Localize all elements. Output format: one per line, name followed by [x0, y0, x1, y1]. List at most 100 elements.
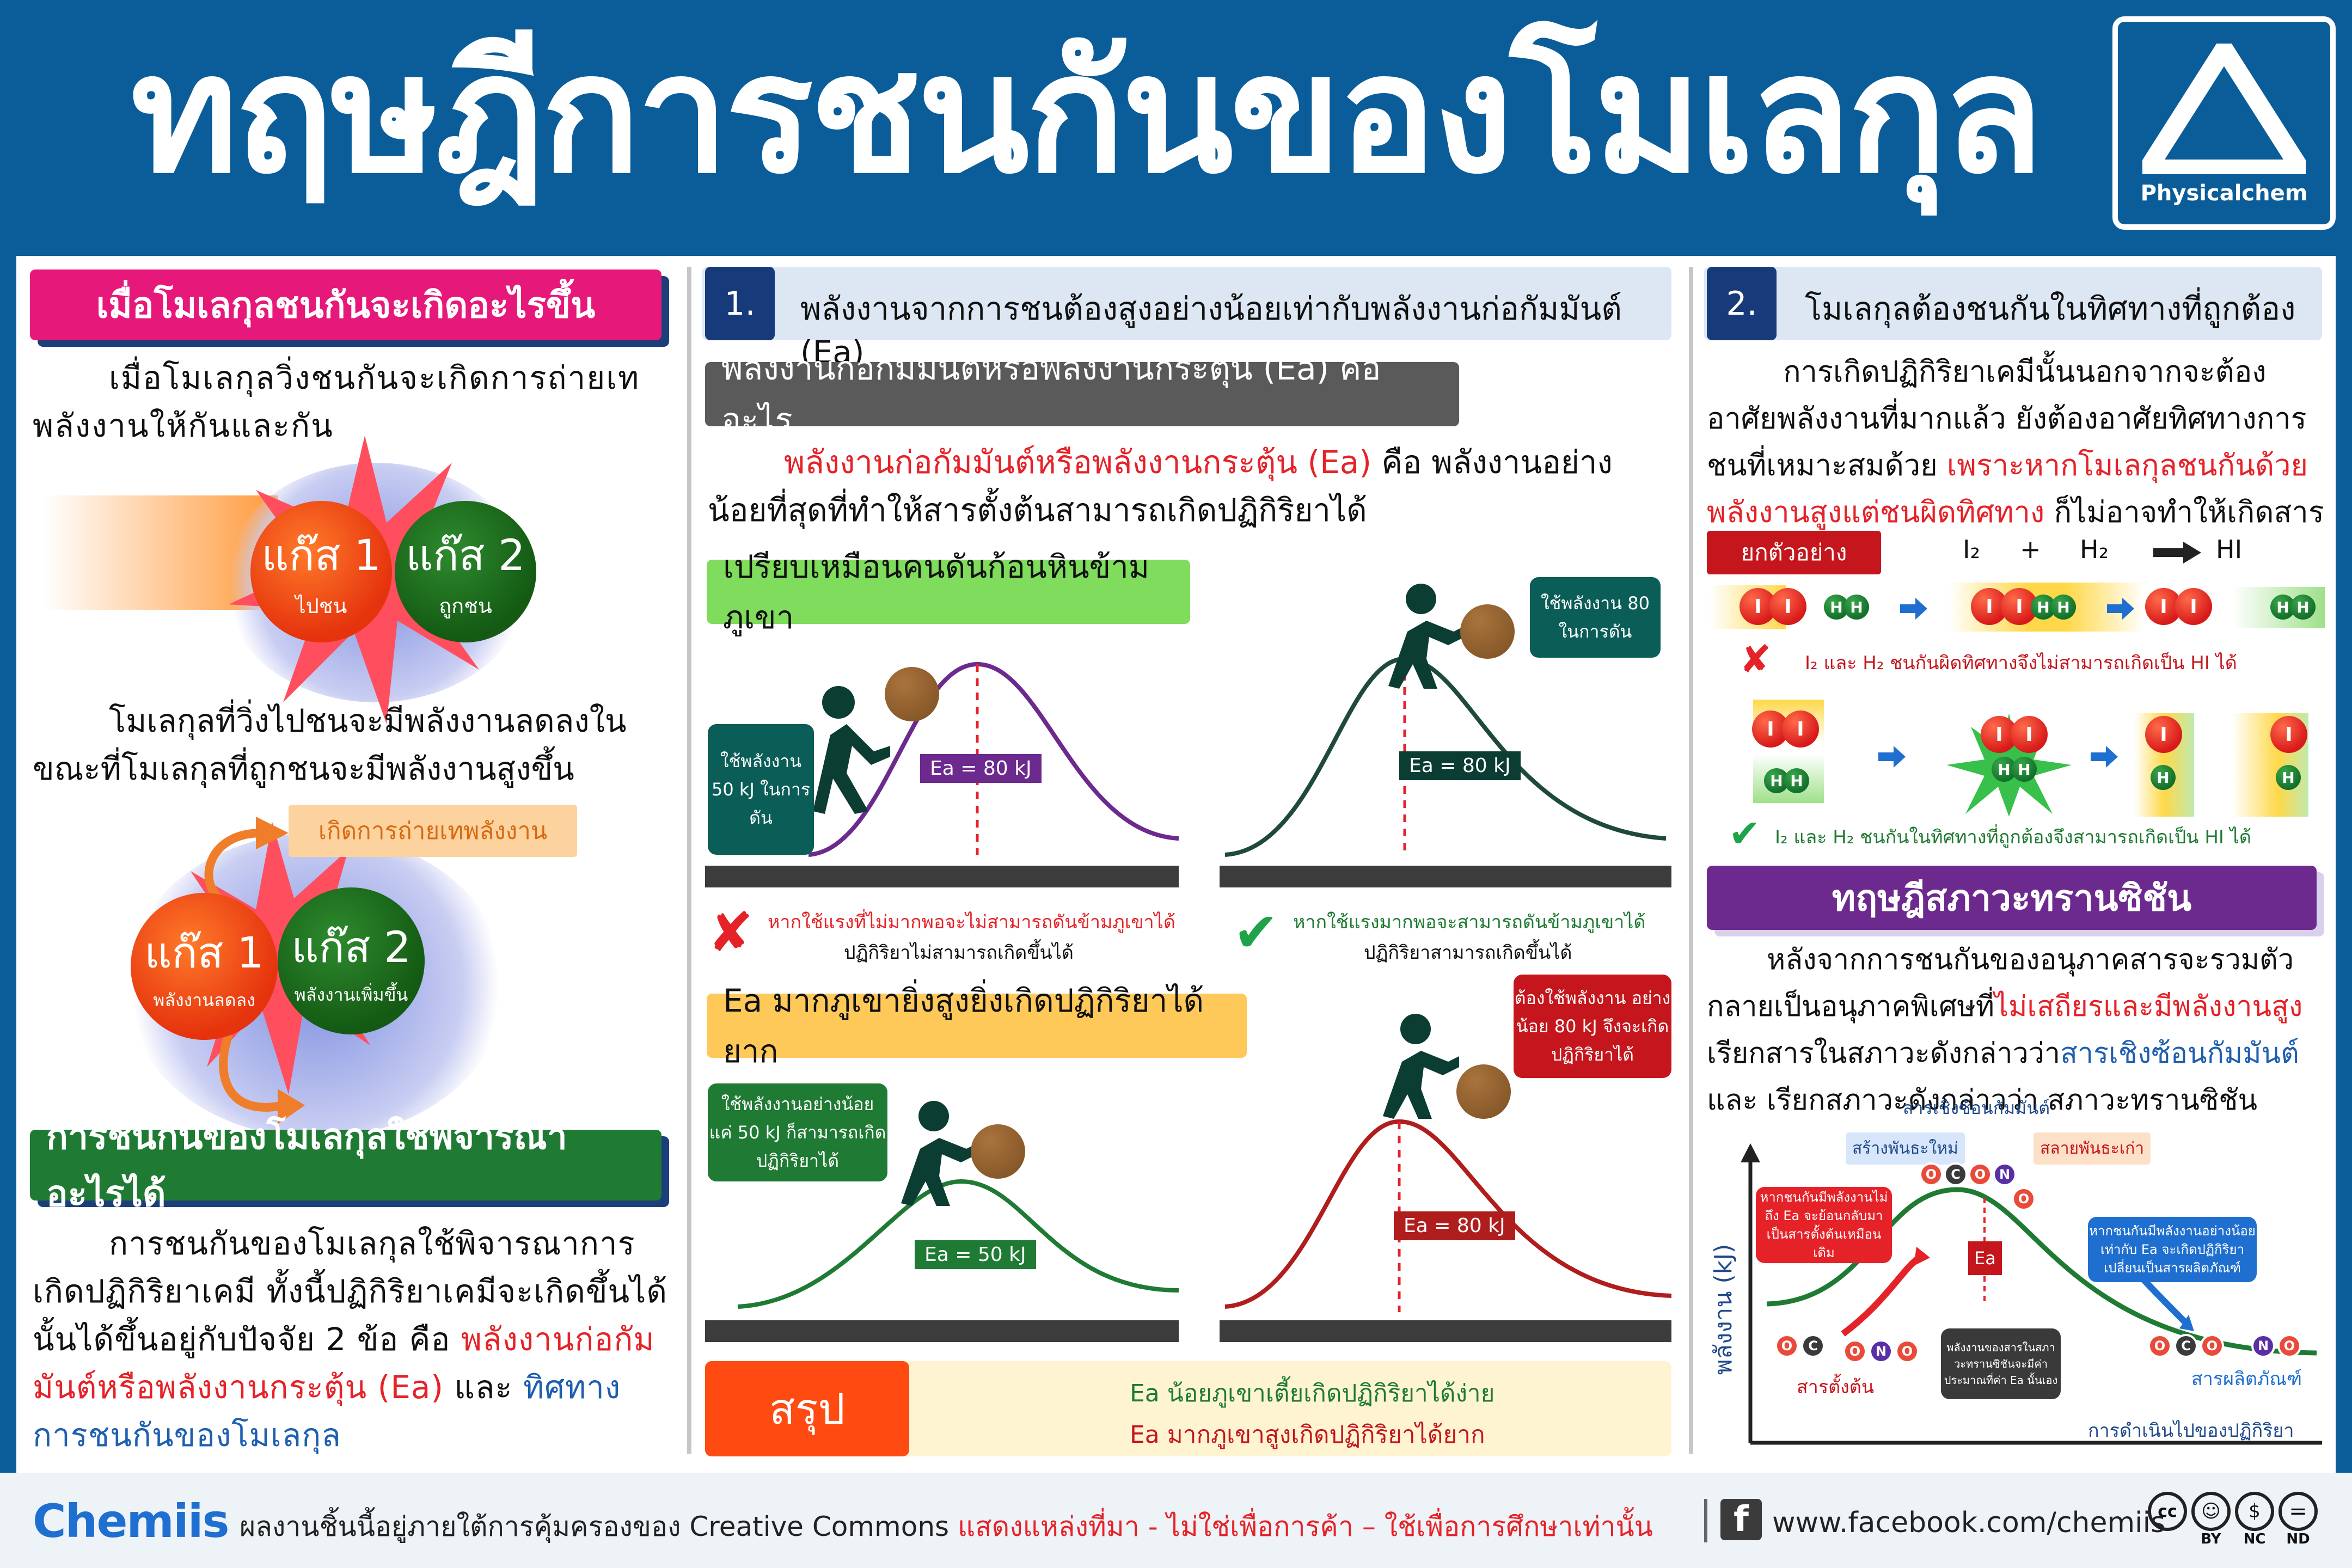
complex-label: สารเชิงซ้อนกัมมันต์ — [1903, 1098, 2050, 1118]
carbon-atom: C — [1944, 1162, 1968, 1186]
oxygen-atom: O — [1968, 1162, 1992, 1186]
summary-label: สรุป — [705, 1361, 909, 1456]
hydrogen-atom: H — [2051, 595, 2076, 620]
divider — [687, 267, 691, 1454]
transfer-label: เกิดการถ่ายเทพลังงาน — [289, 805, 577, 857]
cc-icon: cc — [2148, 1492, 2187, 1531]
iodine-atom: I — [1769, 588, 1806, 625]
section-header-bar: 1. พลังงานจากการชนต้องสูงอย่างน้อยเท่ากั… — [702, 267, 1671, 371]
text: ผลงานชิ้นนี้อยู่ภายใต้การคุ้มครองของ Cre… — [240, 1511, 958, 1542]
paragraph: พลังงานก่อกัมมันต์หรือพลังงานกระตุ้น (Ea… — [708, 438, 1666, 534]
cc-icon-group: = ND — [2278, 1492, 2318, 1552]
ground — [705, 1320, 1179, 1342]
facebook-link[interactable]: www.facebook.com/chemiis — [1772, 1506, 2165, 1539]
text: เรียกสารในสภาวะดังกล่าวว่า — [1707, 1037, 2061, 1070]
text: และ — [444, 1369, 523, 1406]
result-text: หากใช้แรงที่ไม่มากพอจะไม่สามารถดันข้ามภู… — [768, 911, 1175, 933]
ground — [1220, 866, 1671, 887]
energy-note: ใช้พลังงานอย่างน้อย แค่ 50 kJ ก็สามารถเก… — [708, 1083, 887, 1181]
carbon-atom: C — [2174, 1334, 2198, 1358]
nitrogen-atom: N — [1993, 1162, 2017, 1186]
arrow-right-icon — [1878, 746, 1906, 768]
oxygen-atom: O — [2012, 1187, 2036, 1211]
carbon-atom: C — [1801, 1334, 1825, 1358]
gas1-circle: แก๊ส 1 ไปชน — [250, 501, 392, 642]
hydrogen-atom: H — [1844, 595, 1869, 620]
page-title: ทฤษฎีการชนกันของโมเลกุล — [131, 19, 2044, 209]
iodine-atom: I — [2145, 716, 2182, 753]
new-bond-label: สร้างพันธะใหม่ — [1846, 1132, 1965, 1165]
cc-license-badge: cc ☺ BY $ NC = ND — [2148, 1492, 2328, 1552]
low-energy-note: หากชนกันมีพลังงานไม่ถึง Ea จะย้อนกลับมาเ… — [1756, 1187, 1892, 1263]
sub-heading: Ea มากภูเขายิ่งสูงยิ่งเกิดปฏิกิริยาได้ยา… — [707, 982, 1247, 1070]
no-derivatives-icon: = — [2278, 1492, 2318, 1531]
hydrogen-atom: H — [2276, 765, 2301, 790]
gas2-label: แก๊ส 2 — [291, 923, 411, 972]
brand-logo: Physicalchem — [2112, 16, 2336, 230]
fail-result: ✘ หากใช้แรงที่ไม่มากพอจะไม่สามารถดันข้าม… — [708, 901, 1187, 969]
oxygen-atom: O — [2148, 1334, 2172, 1358]
collision-illustration: แก๊ส 1 ไปชน แก๊ส 2 ถูกชน — [44, 436, 615, 730]
gas2-circle: แก๊ส 2 พลังงานเพิ่มขึ้น — [278, 887, 425, 1034]
summary-line: Ea น้อยภูเขาเตี้ยเกิดปฏิกิริยาได้ง่าย — [1130, 1380, 1495, 1407]
equation-reactant: I₂ — [1963, 535, 1981, 564]
nitrogen-atom: N — [1869, 1339, 1893, 1363]
energy-note: ต้องใช้พลังงาน อย่างน้อย 80 kJ จึงจะเกิด… — [1514, 975, 1671, 1078]
boulder-panel-2: ใช้พลังงาน 80 ในการดัน Ea = 80 kJ — [1220, 577, 1688, 893]
paragraph: โมเลกุลที่วิ่งไปชนจะมีพลังงานลดลงในขณะที… — [33, 702, 627, 787]
gas1-label: แก๊ส 1 — [261, 531, 381, 580]
section-header-bar: 2. โมเลกุลต้องชนกันในทิศทางที่ถูกต้อง — [1704, 267, 2322, 340]
oxygen-atom: O — [1843, 1339, 1867, 1363]
ea-label: Ea — [1968, 1241, 2002, 1275]
boulder-panel-3: ใช้พลังงานอย่างน้อย แค่ 50 kJ ก็สามารถเก… — [705, 1073, 1184, 1356]
ea-label: Ea = 80 kJ — [1399, 751, 1521, 780]
energy-note: ใช้พลังงาน 80 ในการดัน — [1530, 577, 1661, 658]
check-icon: ✔ — [1729, 811, 1761, 856]
section-heading: เมื่อโมเลกุลชนกันจะเกิดอะไรขึ้น — [30, 270, 661, 340]
boulder-icon — [1456, 1064, 1511, 1119]
brand-name: Physicalchem — [2140, 181, 2308, 206]
summary-line: Ea มากภูเขาสูงเกิดปฏิกิริยาได้ยาก — [1130, 1421, 1485, 1449]
high-energy-note: หากชนกันมีพลังงานอย่างน้อยเท่ากับ Ea จะเ… — [2088, 1217, 2257, 1282]
cc-code: BY — [2201, 1531, 2221, 1547]
equation-reactant: H₂ — [2080, 535, 2109, 564]
cc-icon-group: cc — [2148, 1492, 2187, 1552]
oxygen-atom: O — [1895, 1339, 1919, 1363]
noncommercial-icon: $ — [2235, 1492, 2274, 1531]
boulder-panel-1: ใช้พลังงาน 50 kJ ในการดัน Ea = 80 kJ — [705, 577, 1184, 893]
triangle-icon — [2142, 44, 2306, 174]
section-heading: ทฤษฎีสภาวะทรานซิชัน — [1707, 866, 2317, 930]
arrow-right-icon — [2107, 598, 2134, 620]
iodine-atom: I — [2175, 588, 2212, 625]
wrong-orientation-text: I₂ และ H₂ ชนกันผิดทิศทางจึงไม่สามารถเกิด… — [1805, 652, 2237, 674]
oxygen-atom: O — [1919, 1162, 1943, 1186]
hydrogen-atom: H — [1784, 768, 1809, 793]
highlight-text: สารเชิงซ้อนกัมมันต์ — [2060, 1037, 2299, 1070]
ground — [1220, 1320, 1671, 1342]
divider — [1689, 267, 1693, 1454]
gas2-circle: แก๊ส 2 ถูกชน — [395, 501, 536, 642]
hydrogen-atom: H — [2012, 757, 2037, 782]
highlight-text: พลังงานก่อกัมมันต์หรือพลังงานกระตุ้น (Ea… — [784, 444, 1371, 481]
highlight-text: ไม่เสถียรและมีพลังงานสูง — [1994, 990, 2303, 1023]
x-axis-label: การดำเนินไปของปฏิกิริยา — [2088, 1420, 2294, 1442]
arrow-right-icon — [1900, 598, 1927, 620]
footer: Chemiis ผลงานชิ้นนี้อยู่ภายใต้การคุ้มครอ… — [0, 1473, 2352, 1568]
facebook-icon[interactable]: f — [1720, 1499, 1762, 1540]
energy-note: ใช้พลังงาน 50 kJ ในการดัน — [708, 724, 814, 855]
section-heading: การชนกันของโมเลกุลใช้พิจารณาอะไรได้ — [30, 1116, 661, 1215]
gas1-sub: ไปชน — [295, 593, 347, 618]
ground — [705, 866, 1179, 887]
gas2-label: แก๊ส 2 — [406, 531, 525, 580]
ea-label: Ea = 50 kJ — [915, 1240, 1036, 1269]
cross-icon: ✘ — [1739, 637, 1772, 682]
hydrogen-atom: H — [2151, 765, 2176, 790]
gas1-label: แก๊ส 1 — [144, 928, 264, 978]
ea-label: Ea = 80 kJ — [920, 754, 1042, 783]
arrow-right-icon — [2153, 542, 2201, 564]
result-text: หากใช้แรงมากพอจะสามารถดันข้ามภูเขาได้ — [1293, 911, 1646, 933]
gas1-sub: พลังงานลดลง — [153, 989, 255, 1010]
boulder-icon — [971, 1124, 1025, 1179]
boulder-icon — [1460, 604, 1515, 659]
oxygen-atom: O — [1775, 1334, 1799, 1358]
